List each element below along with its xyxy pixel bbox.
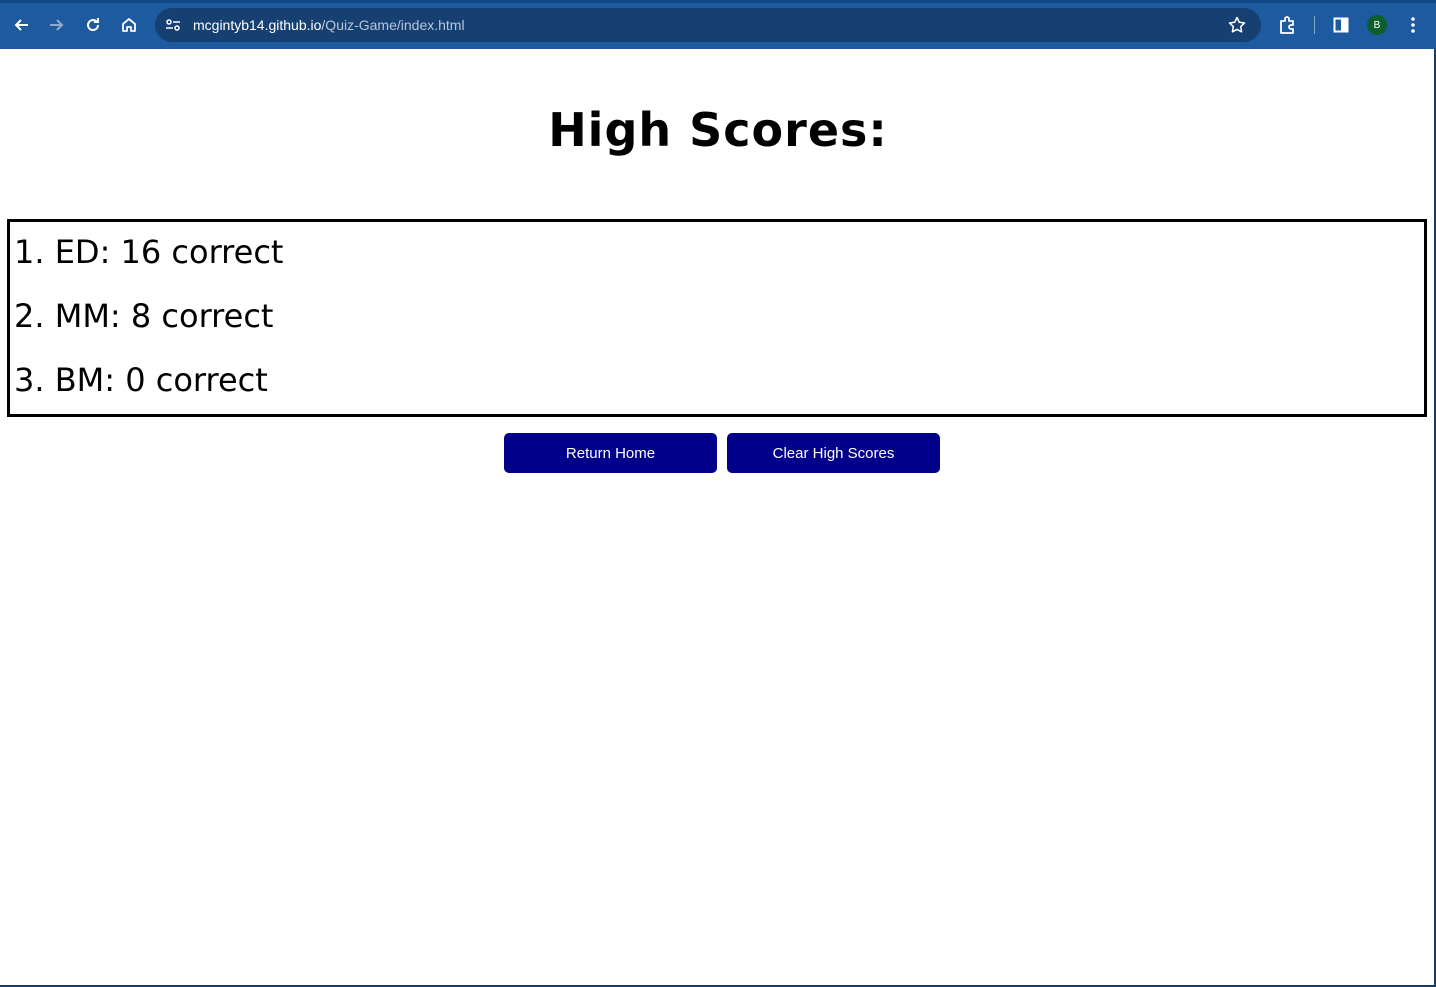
score-item: 3. BM: 0 correct <box>14 361 268 399</box>
url-host: mcgintyb14.github.io <box>193 17 322 33</box>
page-title: High Scores: <box>548 103 888 157</box>
browser-toolbar: mcgintyb14.github.io/Quiz-Game/index.htm… <box>0 0 1436 49</box>
back-arrow-icon <box>13 17 29 33</box>
address-bar[interactable]: mcgintyb14.github.io/Quiz-Game/index.htm… <box>155 8 1261 42</box>
side-panel-icon <box>1333 17 1349 33</box>
url-path: /Quiz-Game/index.html <box>321 17 465 33</box>
extensions-button[interactable] <box>1273 10 1303 40</box>
return-home-button[interactable]: Return Home <box>504 433 717 473</box>
site-info-icon[interactable] <box>164 16 182 34</box>
side-panel-button[interactable] <box>1326 10 1356 40</box>
page-viewport: High Scores: 1. ED: 16 correct 2. MM: 8 … <box>0 49 1436 985</box>
forward-button[interactable] <box>42 10 72 40</box>
forward-arrow-icon <box>49 17 65 33</box>
reload-icon <box>85 17 101 33</box>
bookmark-star-icon[interactable] <box>1227 15 1247 35</box>
score-item: 1. ED: 16 correct <box>14 233 284 271</box>
clear-high-scores-button[interactable]: Clear High Scores <box>727 433 940 473</box>
high-scores-list: 1. ED: 16 correct 2. MM: 8 correct 3. BM… <box>7 219 1427 417</box>
url-text[interactable]: mcgintyb14.github.io/Quiz-Game/index.htm… <box>193 17 465 33</box>
home-button[interactable] <box>114 10 144 40</box>
extensions-puzzle-icon <box>1279 16 1297 34</box>
home-icon <box>121 17 137 33</box>
menu-button[interactable] <box>1398 10 1428 40</box>
score-item: 2. MM: 8 correct <box>14 297 274 335</box>
more-vert-icon <box>1410 17 1416 33</box>
tab-strip <box>0 0 1436 3</box>
profile-avatar[interactable]: B <box>1367 15 1387 35</box>
back-button[interactable] <box>6 10 36 40</box>
reload-button[interactable] <box>78 10 108 40</box>
toolbar-separator <box>1314 16 1315 34</box>
